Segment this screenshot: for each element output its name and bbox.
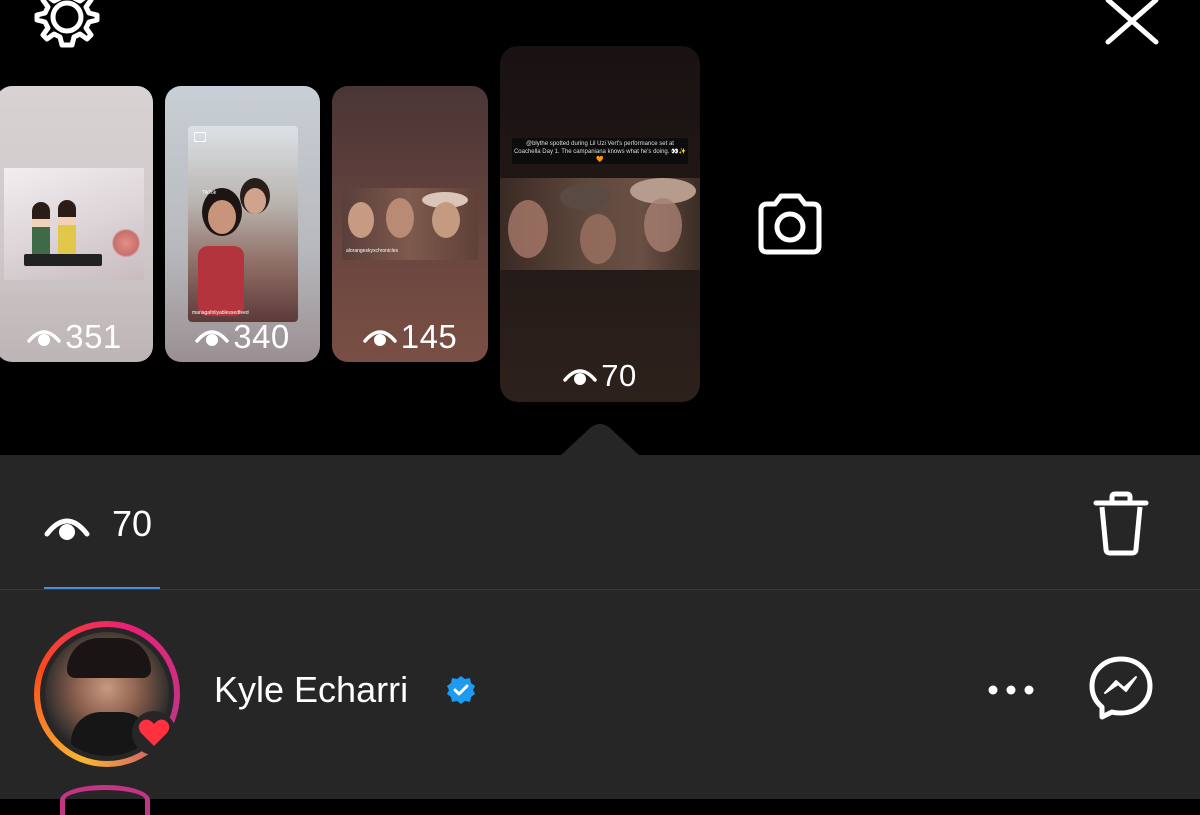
story-views: 70 [601, 358, 637, 393]
more-options-icon[interactable] [986, 683, 1036, 697]
eye-icon [362, 330, 397, 346]
story-handle-text: mariagafoliyablessedfeed [192, 310, 249, 316]
next-viewer-avatar[interactable] [60, 785, 150, 815]
viewer-row[interactable]: Kyle Echarri [0, 615, 1200, 767]
gear-icon[interactable] [34, 0, 100, 50]
story-view-count: 145 [332, 318, 488, 356]
story-archive-top: 351 TikTok mariagafoliyablessedfeed 340 … [0, 0, 1200, 456]
selection-caret [560, 424, 640, 456]
story-handle-text: alorangeskyxchronicles [346, 248, 398, 254]
eye-icon[interactable] [44, 510, 90, 544]
story-badge-text: TikTok [202, 190, 217, 196]
liked-badge [132, 711, 176, 755]
story-thumbnail[interactable]: alorangeskyxchronicles 145 [332, 86, 488, 362]
story-views: 351 [65, 318, 122, 355]
eye-icon [563, 369, 597, 385]
story-caption: @blythe spotted during Lil Uzi Vert's pe… [512, 138, 688, 164]
close-icon[interactable] [1102, 0, 1162, 46]
story-thumbnail[interactable]: 351 [0, 86, 153, 362]
viewers-sheet: 70 Kyle Echarri [0, 455, 1200, 815]
eye-icon [27, 330, 61, 346]
avatar[interactable] [34, 621, 180, 767]
story-views: 145 [400, 318, 458, 355]
views-header: 70 [0, 455, 1200, 590]
story-thumbnail-selected[interactable]: @blythe spotted during Lil Uzi Vert's pe… [500, 46, 700, 402]
viewer-name[interactable]: Kyle Echarri [214, 669, 408, 711]
story-image [500, 178, 700, 270]
verified-badge-icon [447, 676, 475, 704]
heart-icon [138, 719, 170, 746]
trash-icon[interactable] [1088, 491, 1154, 557]
story-view-count: 351 [0, 318, 153, 356]
story-view-count: 70 [500, 358, 700, 394]
camera-icon[interactable] [755, 190, 825, 256]
story-view-count: 340 [165, 318, 320, 356]
story-image [4, 168, 144, 280]
story-thumbnail[interactable]: TikTok mariagafoliyablessedfeed 340 [165, 86, 320, 362]
divider [0, 589, 1200, 590]
messenger-icon[interactable] [1088, 655, 1154, 721]
story-views: 340 [233, 318, 290, 355]
views-count: 70 [112, 503, 153, 544]
eye-icon [195, 330, 229, 346]
story-image: TikTok mariagafoliyablessedfeed [188, 126, 298, 322]
story-image: alorangeskyxchronicles [342, 188, 478, 260]
